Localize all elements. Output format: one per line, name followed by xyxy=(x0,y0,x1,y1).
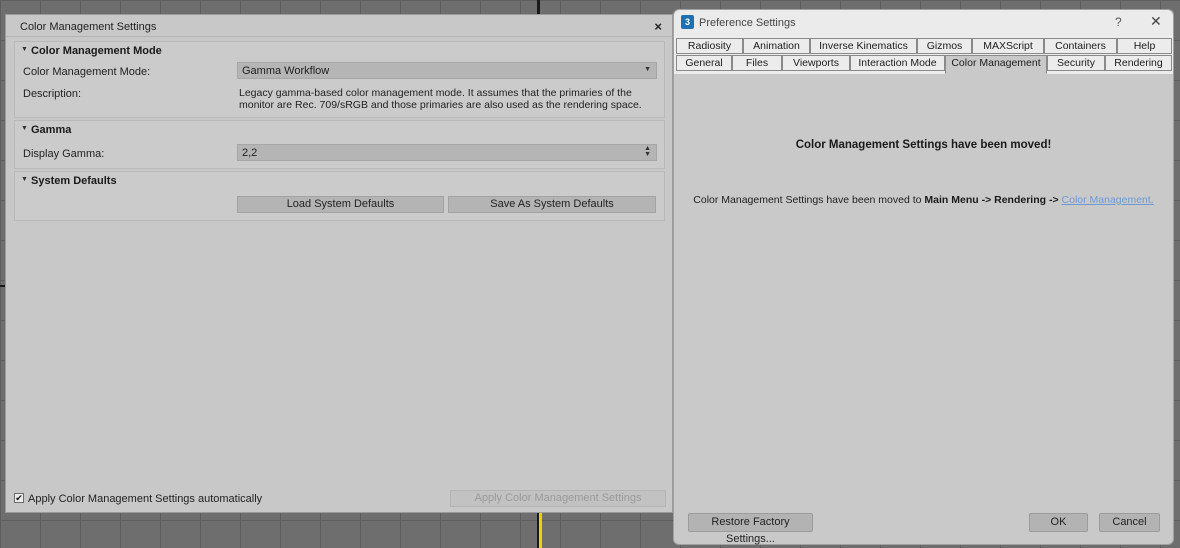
mode-dropdown-value: Gamma Workflow xyxy=(242,65,330,77)
close-icon[interactable]: × xyxy=(654,19,662,34)
moved-heading: Color Management Settings have been move… xyxy=(795,139,1052,151)
rollout-header-gamma[interactable]: ▼ Gamma xyxy=(15,121,664,137)
display-gamma-label: Display Gamma: xyxy=(23,148,105,160)
restore-factory-settings-button[interactable]: Restore Factory Settings... xyxy=(688,513,813,545)
tab-animation[interactable]: Animation xyxy=(743,38,810,54)
tab-inverse-kinematics[interactable]: Inverse Kinematics xyxy=(810,38,917,54)
tab-radiosity[interactable]: Radiosity xyxy=(676,38,743,54)
moved-info-prefix: Color Management Settings have been move… xyxy=(693,194,925,206)
close-icon[interactable]: ✕ xyxy=(1150,13,1162,30)
color-management-link[interactable]: Color Management. xyxy=(1062,194,1154,206)
collapse-arrow-icon[interactable]: ▼ xyxy=(21,46,28,53)
chevron-down-icon: ▼ xyxy=(644,66,651,73)
moved-info: Color Management Settings have been move… xyxy=(674,194,1173,206)
pref-titlebar: 3 Preference Settings ? ✕ xyxy=(674,10,1173,36)
auto-apply-label: Apply Color Management Settings automati… xyxy=(28,493,263,505)
tab-files[interactable]: Files xyxy=(732,55,782,71)
ok-button[interactable]: OK xyxy=(1029,513,1088,532)
description-label: Description: xyxy=(23,88,82,100)
display-gamma-spinner[interactable]: 2,2 ▲ ▼ xyxy=(237,144,657,161)
tab-help[interactable]: Help xyxy=(1117,38,1172,54)
pref-dialog-title: Preference Settings xyxy=(699,17,796,29)
rollout-color-management-mode: ▼ Color Management Mode Color Management… xyxy=(14,41,665,118)
color-management-dialog: Color Management Settings × ▼ Color Mana… xyxy=(5,14,673,513)
tab-interaction-mode[interactable]: Interaction Mode xyxy=(850,55,945,71)
rollout-system-defaults: ▼ System Defaults Load System Defaults S… xyxy=(14,171,665,221)
apply-color-management-button[interactable]: Apply Color Management Settings xyxy=(450,490,666,507)
load-system-defaults-button[interactable]: Load System Defaults xyxy=(237,196,444,213)
tab-rendering[interactable]: Rendering xyxy=(1105,55,1172,71)
tab-general[interactable]: General xyxy=(676,55,732,71)
tab-viewports[interactable]: Viewports xyxy=(782,55,850,71)
rollout-header-system-defaults[interactable]: ▼ System Defaults xyxy=(15,172,664,188)
rollout-title-mode: Color Management Mode xyxy=(31,45,162,57)
tab-security[interactable]: Security xyxy=(1047,55,1105,71)
mode-label: Color Management Mode: xyxy=(23,66,151,78)
auto-apply-checkbox[interactable]: ✔ xyxy=(14,493,24,503)
collapse-arrow-icon[interactable]: ▼ xyxy=(21,125,28,132)
cm-titlebar: Color Management Settings × xyxy=(6,15,672,37)
tab-color-management[interactable]: Color Management xyxy=(945,55,1047,74)
rollout-title-gamma: Gamma xyxy=(31,124,72,136)
cm-dialog-title: Color Management Settings xyxy=(20,21,157,33)
help-icon[interactable]: ? xyxy=(1115,15,1122,29)
tab-containers[interactable]: Containers xyxy=(1044,38,1117,54)
tab-maxscript[interactable]: MAXScript xyxy=(972,38,1044,54)
rollout-gamma: ▼ Gamma Display Gamma: 2,2 ▲ ▼ xyxy=(14,120,665,169)
tab-gizmos[interactable]: Gizmos xyxy=(917,38,972,54)
spinner-arrows-icon[interactable]: ▲ ▼ xyxy=(644,145,651,158)
rollout-header-mode[interactable]: ▼ Color Management Mode xyxy=(15,42,664,58)
mode-dropdown[interactable]: Gamma Workflow ▼ xyxy=(237,62,657,79)
viewport-active-border xyxy=(539,513,542,548)
cancel-button[interactable]: Cancel xyxy=(1099,513,1160,532)
display-gamma-value: 2,2 xyxy=(242,147,258,159)
collapse-arrow-icon[interactable]: ▼ xyxy=(21,176,28,183)
moved-info-path: Main Menu -> Rendering -> xyxy=(924,194,1062,206)
preference-settings-dialog: 3 Preference Settings ? ✕ Radiosity Anim… xyxy=(673,9,1174,545)
description-text: Legacy gamma-based color management mode… xyxy=(239,87,642,111)
app-icon: 3 xyxy=(681,15,694,29)
save-system-defaults-button[interactable]: Save As System Defaults xyxy=(448,196,656,213)
rollout-title-system-defaults: System Defaults xyxy=(31,175,117,187)
tab-bar: Radiosity Animation Inverse Kinematics G… xyxy=(674,36,1173,74)
